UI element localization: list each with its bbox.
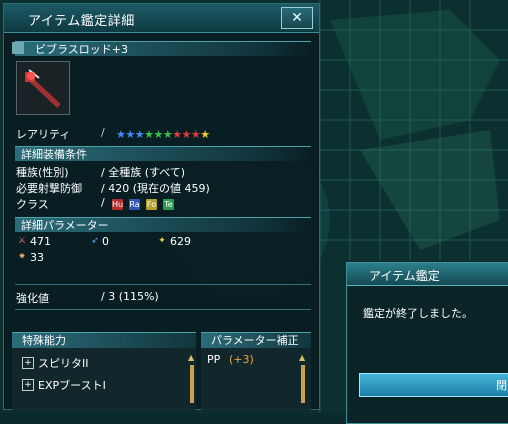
divider	[15, 309, 311, 310]
dialog-title-bar: アイテム鑑定	[347, 263, 508, 286]
close-dialog-label: 閉	[496, 379, 507, 392]
shoot-def-label: 必要射撃防御	[16, 182, 82, 195]
rod-icon	[12, 42, 24, 54]
ranged-attack-icon: ➶	[91, 236, 99, 246]
shoot-def-value: / 420 (現在の値 459)	[101, 182, 210, 195]
grind-value: / 3 (115%)	[101, 290, 159, 303]
expand-icon[interactable]: +	[22, 357, 34, 369]
param-bonus-title: パラメーター補正	[211, 334, 299, 347]
dexterity-icon: ✷	[18, 252, 26, 262]
params-title: 詳細パラメーター	[21, 219, 109, 232]
title-bar: アイテム鑑定詳細 ✕	[4, 4, 319, 33]
equip-conditions-header: 詳細装備条件	[15, 146, 311, 161]
rarity-stars: ★★★★★★★★★★	[116, 128, 210, 141]
params-header: 詳細パラメーター	[15, 217, 311, 232]
special-abilities-panel: 特殊能力 + スピリタII + EXPブーストI ▲	[12, 332, 196, 411]
close-dialog-button[interactable]: 閉	[359, 373, 508, 397]
special-abilities-title: 特殊能力	[22, 334, 66, 347]
scrollbar[interactable]	[301, 365, 305, 403]
class-ranger-icon: Ra	[129, 199, 140, 210]
melee-attack-value: 471	[30, 235, 51, 248]
ability-item[interactable]: スピリタII	[38, 355, 89, 371]
rod-image-icon	[17, 62, 69, 114]
item-appraisal-detail-window: アイテム鑑定詳細 ✕ ビブラスロッド+3 レアリティ / ★★★★★★★★★★ …	[3, 3, 320, 411]
class-techter-icon: Te	[163, 199, 174, 210]
rarity-label: レアリティ	[16, 128, 71, 141]
class-label: クラス	[16, 198, 49, 211]
item-name-bar: ビブラスロッド+3	[15, 41, 311, 56]
class-hunter-icon: Hu	[112, 199, 124, 210]
close-icon: ✕	[291, 10, 303, 26]
special-abilities-header: 特殊能力	[12, 333, 196, 348]
scroll-up-icon[interactable]: ▲	[299, 353, 305, 362]
dialog-title: アイテム鑑定	[369, 269, 440, 283]
dexterity-value: 33	[30, 251, 44, 264]
item-name: ビブラスロッド+3	[35, 43, 128, 56]
ranged-attack-value: 0	[102, 235, 109, 248]
ability-item[interactable]: EXPブーストI	[38, 377, 106, 393]
class-separator: /	[101, 196, 105, 209]
param-bonus-value: (+3)	[229, 353, 254, 366]
param-bonus-panel: パラメーター補正 PP (+3) ▲	[201, 332, 311, 411]
window-title: アイテム鑑定詳細	[28, 14, 135, 29]
rarity-stars-green: ★★★	[144, 128, 173, 141]
scrollbar[interactable]	[190, 365, 194, 403]
grind-label: 強化値	[16, 292, 49, 305]
race-value: / 全種族 (すべて)	[101, 166, 186, 179]
expand-icon[interactable]: +	[22, 379, 34, 391]
rarity-separator: /	[101, 126, 105, 139]
param-bonus-stat: PP	[207, 353, 221, 366]
close-button[interactable]: ✕	[281, 7, 313, 29]
melee-attack-icon: ⚔	[17, 236, 27, 246]
tech-attack-icon: ✦	[158, 236, 166, 246]
race-label: 種族(性別)	[16, 166, 69, 179]
item-thumbnail	[16, 61, 70, 115]
divider	[15, 284, 311, 285]
rarity-stars-blue: ★★★	[116, 128, 145, 141]
class-force-icon: Fo	[146, 199, 157, 210]
equip-conditions-title: 詳細装備条件	[21, 148, 87, 161]
item-appraisal-dialog: アイテム鑑定 鑑定が終了しました。 閉	[346, 262, 508, 424]
tech-attack-value: 629	[170, 235, 191, 248]
scroll-up-icon[interactable]: ▲	[188, 353, 194, 362]
param-bonus-header: パラメーター補正	[201, 333, 311, 348]
dialog-message: 鑑定が終了しました。	[363, 307, 473, 320]
rarity-stars-yellow: ★	[200, 128, 210, 141]
rarity-stars-red: ★★★	[172, 128, 201, 141]
